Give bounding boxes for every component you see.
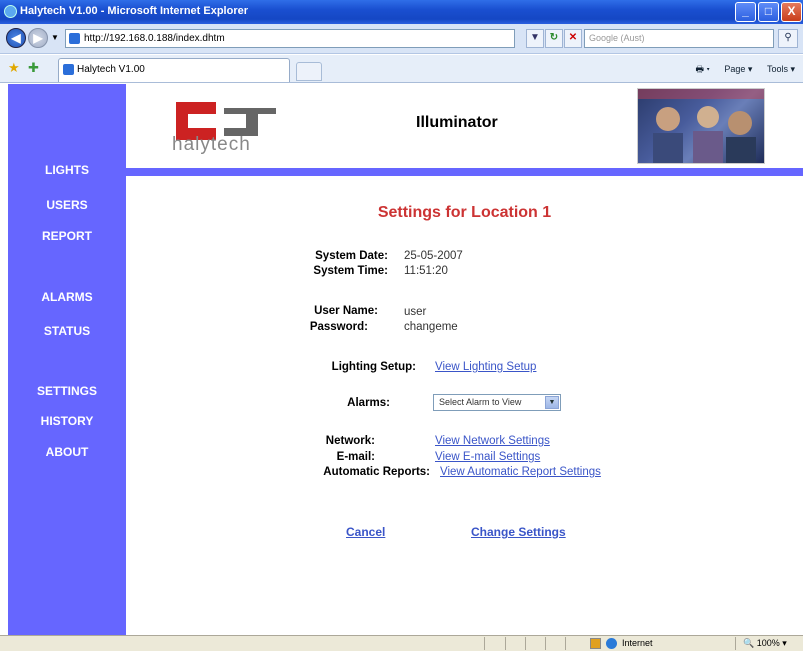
lighting-setup-label: Lighting Setup: [331, 361, 416, 373]
sidebar-item-settings[interactable]: SETTINGS [8, 384, 126, 398]
sidebar-item-report[interactable]: REPORT [8, 229, 126, 243]
sidebar-item-users[interactable]: USERS [8, 198, 126, 212]
sidebar-item-alarms[interactable]: ALARMS [8, 290, 126, 304]
header-divider [126, 168, 803, 176]
sidebar-item-history[interactable]: HISTORY [8, 414, 126, 428]
view-email-settings-link[interactable]: View E-mail Settings [435, 451, 540, 463]
status-divider [565, 637, 566, 650]
window-title: Halytech V1.00 - Microsoft Internet Expl… [20, 5, 249, 17]
tab-halytech[interactable]: Halytech V1.00 [58, 58, 290, 82]
app-title: Illuminator [416, 114, 498, 131]
stop-icon[interactable]: ✕ [564, 29, 582, 48]
cancel-link[interactable]: Cancel [346, 525, 385, 539]
zoom-level[interactable]: 🔍 100% ▾ [743, 638, 787, 649]
status-divider [505, 637, 506, 650]
system-time-label: System Time: [313, 265, 388, 277]
search-icon[interactable]: ⚲ [778, 29, 798, 48]
refresh-icon[interactable]: ↻ [545, 29, 563, 48]
page-menu-label: Page [724, 64, 746, 74]
window-title-bar[interactable]: Halytech V1.00 - Microsoft Internet Expl… [0, 0, 803, 24]
favorites-star-icon[interactable]: ★ [8, 60, 20, 76]
globe-icon [606, 638, 617, 649]
protected-mode-icon [590, 638, 601, 649]
tools-menu[interactable]: Tools ▾ [761, 64, 795, 74]
url-text: http://192.168.0.188/index.dhtm [84, 33, 225, 44]
status-bar: Internet 🔍 100% ▾ [0, 635, 803, 651]
view-automatic-report-settings-link[interactable]: View Automatic Report Settings [440, 466, 601, 478]
address-input[interactable]: http://192.168.0.188/index.dhtm [65, 29, 515, 48]
alarm-select-value: Select Alarm to View [439, 397, 522, 407]
zoom-value: 100% [756, 638, 780, 648]
user-name-label: User Name: [314, 305, 378, 317]
tab-bar: ★ ✚ Halytech V1.00 🖶 ▾ Page ▾ Tools ▾ [0, 55, 803, 83]
sidebar-nav: LIGHTS USERS REPORT ALARMS STATUS SETTIN… [8, 84, 126, 635]
automatic-reports-label: Automatic Reports: [323, 466, 430, 478]
logo-text: halytech [172, 134, 251, 155]
close-button[interactable]: X [781, 2, 802, 22]
sidebar-item-status[interactable]: STATUS [8, 324, 126, 338]
change-settings-link[interactable]: Change Settings [471, 525, 566, 539]
web-page: LIGHTS USERS REPORT ALARMS STATUS SETTIN… [0, 84, 803, 635]
minimize-button[interactable]: _ [735, 2, 756, 22]
password-value: changeme [404, 321, 458, 333]
password-label: Password: [309, 321, 368, 333]
zone-label: Internet [622, 638, 653, 648]
network-label: Network: [325, 435, 375, 447]
system-date-label: System Date: [315, 250, 388, 262]
address-toolbar: ◀ ▶ ▼ http://192.168.0.188/index.dhtm ▼ … [0, 24, 803, 54]
tools-menu-label: Tools [766, 64, 788, 74]
add-favorites-icon[interactable]: ✚ [28, 60, 39, 76]
alarms-label: Alarms: [347, 397, 390, 409]
search-input[interactable]: Google (Aust) [584, 29, 774, 48]
new-tab-button[interactable] [296, 62, 322, 81]
system-date-value: 25-05-2007 [404, 250, 463, 262]
page-icon [69, 33, 80, 44]
user-name-value: user [404, 306, 427, 318]
print-icon[interactable]: 🖶 ▾ [696, 64, 710, 74]
status-divider [545, 637, 546, 650]
page-title: Settings for Location 1 [377, 204, 552, 221]
address-dropdown-button[interactable]: ▼ [526, 29, 544, 48]
sidebar-item-lights[interactable]: LIGHTS [8, 163, 126, 177]
back-button[interactable]: ◀ [6, 28, 26, 48]
alarm-select[interactable]: Select Alarm to View ▼ [433, 394, 561, 411]
page-header: halytech Illuminator [126, 84, 803, 168]
history-dropdown-icon[interactable]: ▼ [51, 33, 59, 42]
forward-button[interactable]: ▶ [28, 28, 48, 48]
sidebar-item-about[interactable]: ABOUT [8, 445, 126, 459]
maximize-button[interactable]: □ [758, 2, 779, 22]
email-label: E-mail: [336, 451, 375, 463]
command-bar: 🖶 ▾ Page ▾ Tools ▾ [690, 62, 795, 78]
view-lighting-setup-link[interactable]: View Lighting Setup [435, 361, 536, 373]
tab-page-icon [63, 64, 74, 75]
status-divider [484, 637, 485, 650]
status-divider [525, 637, 526, 650]
view-network-settings-link[interactable]: View Network Settings [435, 435, 550, 447]
internet-explorer-icon [4, 5, 17, 18]
page-menu[interactable]: Page ▾ [718, 64, 752, 74]
chevron-down-icon[interactable]: ▼ [545, 396, 559, 409]
system-time-value: 11:51:20 [404, 265, 448, 277]
status-divider [735, 637, 736, 650]
header-photo [637, 88, 765, 164]
tab-title: Halytech V1.00 [77, 64, 145, 75]
